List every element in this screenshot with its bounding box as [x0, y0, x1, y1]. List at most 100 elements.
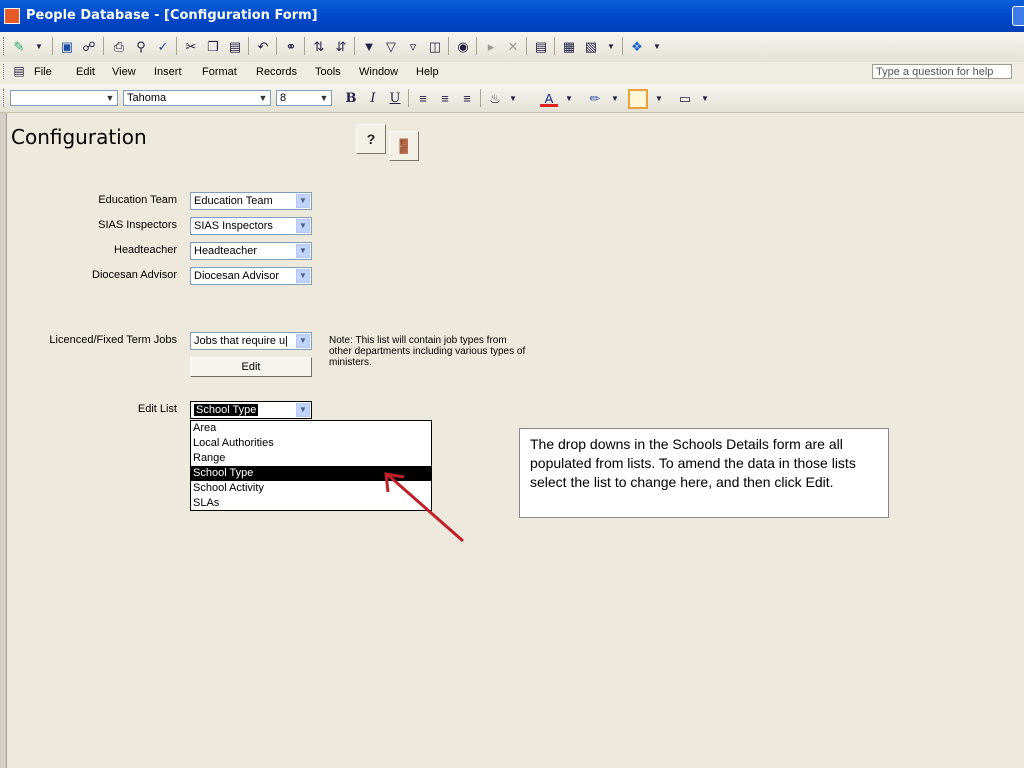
- paste-icon[interactable]: ▤: [226, 38, 244, 55]
- bold-button[interactable]: B: [342, 90, 360, 107]
- toolbar-grip[interactable]: [3, 89, 7, 107]
- apply-filter-icon[interactable]: ▿: [404, 38, 422, 55]
- chevron-down-icon[interactable]: ▼: [296, 269, 310, 283]
- underline-button[interactable]: U: [386, 90, 404, 107]
- minimize-button[interactable]: [1012, 6, 1024, 26]
- spelling-icon[interactable]: ✓: [154, 38, 172, 55]
- separator: [622, 37, 623, 55]
- list-option-area[interactable]: Area: [191, 421, 431, 436]
- chevron-down-icon[interactable]: ▼: [256, 91, 270, 105]
- separator: [304, 37, 305, 55]
- headteacher-combo[interactable]: Headteacher ▼: [190, 242, 312, 260]
- menubar-grip[interactable]: [3, 64, 7, 79]
- sort-descending-icon[interactable]: ⇵: [332, 38, 350, 55]
- align-right-icon[interactable]: ≡: [458, 90, 476, 107]
- font-size-selector[interactable]: 8 ▼: [276, 90, 332, 106]
- separator: [103, 37, 104, 55]
- font-color-icon[interactable]: A: [540, 90, 558, 107]
- menu-records[interactable]: Records: [256, 66, 297, 78]
- object-selector[interactable]: ▼: [10, 90, 118, 106]
- window-title: People Database - [Configuration Form]: [26, 8, 318, 23]
- exit-door-button[interactable]: 🚪: [389, 131, 419, 161]
- sort-ascending-icon[interactable]: ⇅: [310, 38, 328, 55]
- border-dropdown-icon[interactable]: ▼: [650, 90, 668, 107]
- ask-question-input[interactable]: Type a question for help: [872, 64, 1012, 79]
- hyperlink-icon[interactable]: ⚭: [282, 38, 300, 55]
- separator: [448, 37, 449, 55]
- education-team-combo[interactable]: Education Team ▼: [190, 192, 312, 210]
- fill-color-icon[interactable]: ♨: [486, 90, 504, 107]
- access-app-icon[interactable]: [4, 8, 20, 24]
- separator: [554, 37, 555, 55]
- advanced-filter-icon[interactable]: ◫: [426, 38, 444, 55]
- edit-list-combo[interactable]: School Type ▼: [190, 401, 312, 419]
- toolbar-options-icon[interactable]: ▼: [648, 38, 666, 55]
- undo-icon[interactable]: ↶: [254, 38, 272, 55]
- help-icon[interactable]: ❖: [628, 38, 646, 55]
- menu-insert[interactable]: Insert: [154, 66, 182, 78]
- cut-icon[interactable]: ✂: [182, 38, 200, 55]
- menu-help[interactable]: Help: [416, 66, 439, 78]
- formatting-toolbar: ▼ Tahoma ▼ 8 ▼ B I U ≡ ≡ ≡ ♨ ▼ A ▼ ✏ ▼ ▼…: [0, 84, 1024, 113]
- form-control-icon[interactable]: ▤: [10, 63, 28, 80]
- chevron-down-icon[interactable]: ▼: [296, 403, 310, 417]
- print-icon[interactable]: ⎙: [110, 38, 128, 55]
- menu-tools[interactable]: Tools: [315, 66, 341, 78]
- menu-file[interactable]: File: [34, 66, 52, 78]
- separator: [176, 37, 177, 55]
- new-object-dropdown-icon[interactable]: ▼: [602, 38, 620, 55]
- new-record-icon[interactable]: ▸: [482, 38, 500, 55]
- sias-inspectors-combo[interactable]: SIAS Inspectors ▼: [190, 217, 312, 235]
- chevron-down-icon[interactable]: ▼: [296, 334, 310, 348]
- separator: [354, 37, 355, 55]
- chevron-down-icon[interactable]: ▼: [103, 91, 117, 105]
- filter-by-selection-icon[interactable]: ▼: [360, 38, 378, 55]
- view-dropdown-icon[interactable]: ▼: [30, 38, 48, 55]
- find-icon[interactable]: ◉: [454, 38, 472, 55]
- chevron-down-icon[interactable]: ▼: [296, 244, 310, 258]
- separator: [476, 37, 477, 55]
- search-file-icon[interactable]: ☍: [80, 38, 98, 55]
- save-icon[interactable]: ▣: [58, 38, 76, 55]
- italic-button[interactable]: I: [364, 90, 382, 107]
- fill-color-dropdown-icon[interactable]: ▼: [504, 90, 522, 107]
- database-window-icon[interactable]: ▦: [560, 38, 578, 55]
- print-preview-icon[interactable]: ⚲: [132, 38, 150, 55]
- special-effect-dropdown-icon[interactable]: ▼: [696, 90, 714, 107]
- filter-by-form-icon[interactable]: ▽: [382, 38, 400, 55]
- chevron-down-icon[interactable]: ▼: [317, 91, 331, 105]
- special-effect-icon[interactable]: ▭: [676, 90, 694, 107]
- edit-jobs-button[interactable]: Edit: [190, 357, 312, 377]
- headteacher-label: Headteacher: [114, 244, 177, 256]
- delete-record-icon[interactable]: ✕: [504, 38, 522, 55]
- licenced-jobs-label: Licenced/Fixed Term Jobs: [49, 334, 177, 346]
- help-question-button[interactable]: ?: [356, 124, 386, 154]
- chevron-down-icon[interactable]: ▼: [296, 219, 310, 233]
- new-object-icon[interactable]: ▧: [582, 38, 600, 55]
- licenced-jobs-combo[interactable]: Jobs that require u| ▼: [190, 332, 312, 350]
- align-left-icon[interactable]: ≡: [414, 90, 432, 107]
- toolbar-grip[interactable]: [3, 37, 7, 55]
- menu-window[interactable]: Window: [359, 66, 398, 78]
- form-title: Configuration: [11, 125, 147, 149]
- font-color-dropdown-icon[interactable]: ▼: [560, 90, 578, 107]
- font-selector[interactable]: Tahoma ▼: [123, 90, 271, 106]
- menu-view[interactable]: View: [112, 66, 136, 78]
- diocesan-advisor-combo[interactable]: Diocesan Advisor ▼: [190, 267, 312, 285]
- copy-icon[interactable]: ❐: [204, 38, 222, 55]
- view-icon[interactable]: ✎: [10, 38, 28, 55]
- arrow-shaft: [387, 473, 464, 543]
- line-color-icon[interactable]: ✏: [586, 90, 604, 107]
- menu-edit[interactable]: Edit: [76, 66, 95, 78]
- menu-format[interactable]: Format: [202, 66, 237, 78]
- border-width-icon[interactable]: [628, 89, 648, 109]
- properties-icon[interactable]: ▤: [532, 38, 550, 55]
- diocesan-advisor-label: Diocesan Advisor: [92, 269, 177, 281]
- separator: [480, 89, 481, 107]
- line-color-dropdown-icon[interactable]: ▼: [606, 90, 624, 107]
- list-option-range[interactable]: Range: [191, 451, 431, 466]
- list-option-local-authorities[interactable]: Local Authorities: [191, 436, 431, 451]
- align-center-icon[interactable]: ≡: [436, 90, 454, 107]
- chevron-down-icon[interactable]: ▼: [296, 194, 310, 208]
- font-selector-value: Tahoma: [127, 92, 167, 104]
